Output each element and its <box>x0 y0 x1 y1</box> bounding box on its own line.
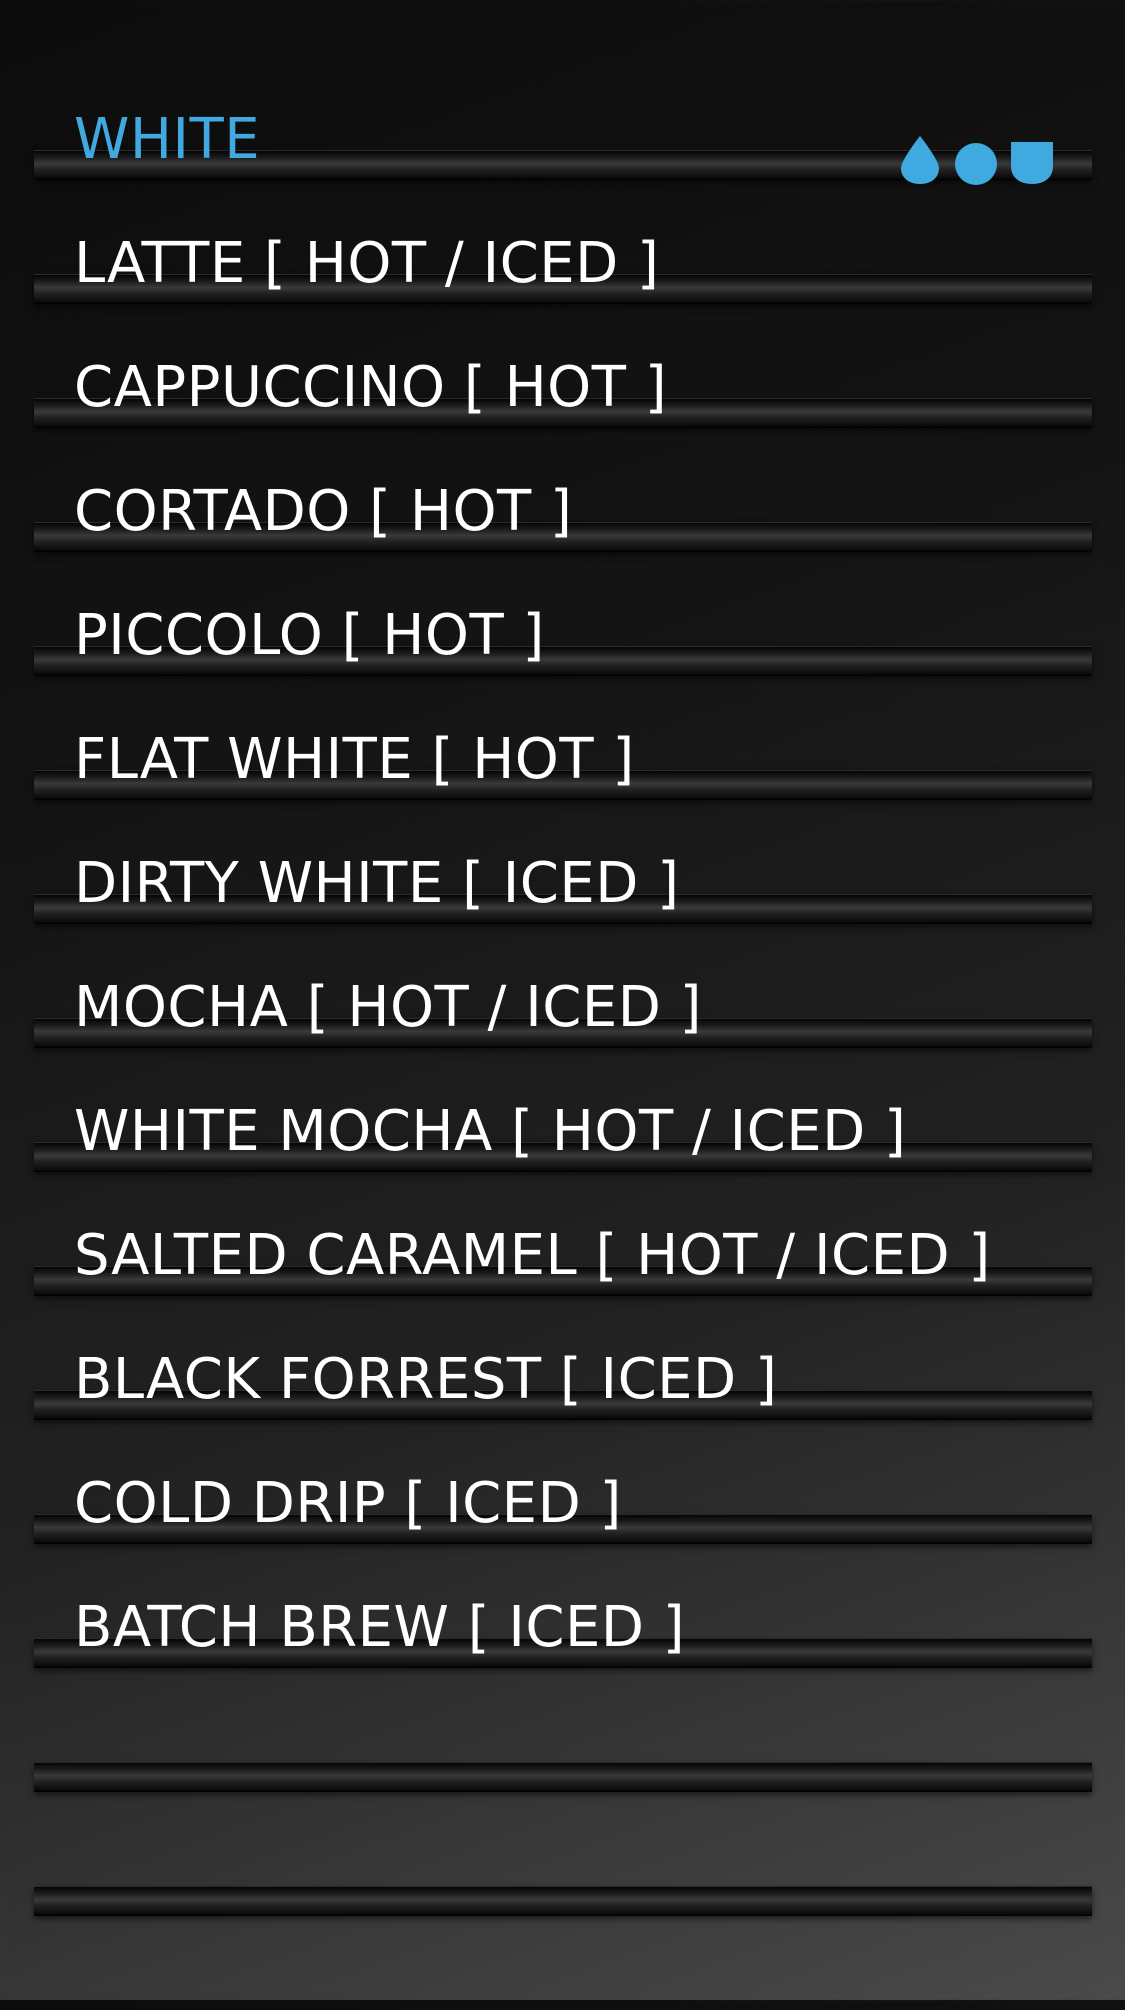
cup-icon <box>1011 142 1053 184</box>
menu-item: WHITE MOCHA [ HOT / ICED ] <box>74 1099 907 1164</box>
empty-row <box>0 1762 1125 1886</box>
menu-item: DIRTY WHITE [ ICED ] <box>74 851 680 916</box>
menu-item: COLD DRIP [ ICED ] <box>74 1471 622 1536</box>
menu-item: MOCHA [ HOT / ICED ] <box>74 975 702 1040</box>
menu-item: FLAT WHITE [ HOT ] <box>74 727 635 792</box>
menu-item: CAPPUCCINO [ HOT ] <box>74 355 668 420</box>
menu-item: SALTED CARAMEL [ HOT / ICED ] <box>74 1223 991 1288</box>
category-icons <box>897 134 1055 186</box>
menu-row: BATCH BREW [ ICED ] <box>0 1600 1125 1762</box>
menu-item: PICCOLO [ HOT ] <box>74 603 545 668</box>
menu-item: BATCH BREW [ ICED ] <box>74 1595 686 1660</box>
category-title: WHITE <box>74 107 261 172</box>
circle-icon <box>955 143 997 185</box>
letter-board-rail <box>34 1886 1092 1916</box>
drop-icon <box>901 136 939 184</box>
letter-board-rail <box>34 1762 1092 1792</box>
menu-item: CORTADO [ HOT ] <box>74 479 573 544</box>
menu-item: LATTE [ HOT / ICED ] <box>74 231 660 296</box>
menu-board: WHITE LATTE [ HOT / ICED ] CAPPUCCINO [ … <box>0 0 1125 2000</box>
menu-item: BLACK FORREST [ ICED ] <box>74 1347 778 1412</box>
empty-row <box>0 1886 1125 2010</box>
